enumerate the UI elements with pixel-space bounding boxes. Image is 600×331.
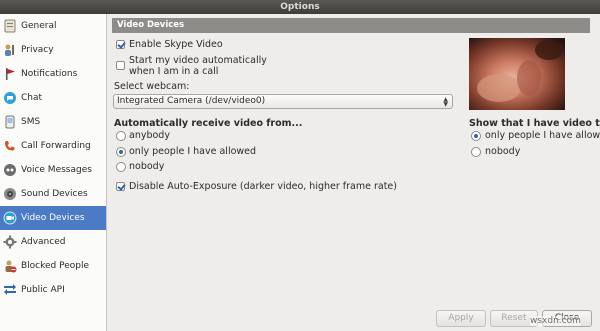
enable-video-label: Enable Skype Video (129, 39, 223, 50)
sidebar-item-label: SMS (21, 117, 41, 127)
sms-icon (5, 115, 15, 129)
disable-auto-exposure-checkbox[interactable] (116, 182, 125, 191)
auto-start-video-label-line2: when I am in a call (129, 66, 219, 77)
show-nobody-radio[interactable] (471, 147, 481, 157)
watermark-text: wsxdn.com (530, 316, 581, 326)
webcam-select-value: Integrated Camera (/dev/video0) (117, 96, 266, 106)
sidebar-item-label: Sound Devices (21, 189, 88, 199)
options-sidebar: General Privacy Notifications Chat SMS C… (0, 14, 107, 331)
gear-icon (3, 235, 17, 249)
voice-messages-icon (4, 164, 16, 176)
sidebar-item-label: Public API (21, 285, 65, 295)
blocked-people-icon (5, 260, 17, 273)
receive-anybody-label: anybody (129, 130, 170, 141)
sidebar-item-label: Call Forwarding (21, 141, 91, 151)
sidebar-item-label: Advanced (21, 237, 66, 247)
sidebar-item-label: Video Devices (21, 213, 85, 223)
sidebar-item-label: Chat (21, 93, 43, 103)
chat-icon (4, 92, 16, 104)
privacy-icon (5, 44, 14, 56)
public-api-icon (4, 284, 16, 295)
sidebar-item-privacy[interactable]: Privacy (0, 38, 106, 62)
sidebar-item-blocked-people[interactable]: Blocked People (0, 254, 106, 278)
sidebar-item-general[interactable]: General (0, 14, 106, 38)
receive-nobody-radio[interactable] (116, 162, 126, 172)
sidebar-item-public-api[interactable]: Public API (0, 278, 106, 302)
options-window: Options General Privacy Notifications Ch… (0, 0, 600, 331)
sidebar-item-advanced[interactable]: Advanced (0, 230, 106, 254)
auto-start-video-label-line1: Start my video automatically (129, 55, 267, 66)
webcam-preview-image (469, 38, 565, 110)
sidebar-item-label: General (21, 21, 57, 31)
show-video-title: Show that I have video to... (469, 118, 600, 129)
receive-video-title: Automatically receive video from... (114, 118, 303, 129)
webcam-select[interactable]: Integrated Camera (/dev/video0) ▲ ▼ (113, 94, 453, 109)
sound-devices-icon (4, 188, 16, 200)
enable-video-checkbox[interactable] (116, 40, 125, 49)
general-icon (4, 19, 16, 33)
section-title: Video Devices (112, 18, 590, 33)
sidebar-item-chat[interactable]: Chat (0, 86, 106, 110)
select-webcam-label: Select webcam: (114, 81, 190, 92)
sidebar-item-label: Notifications (21, 69, 78, 79)
notifications-flag-icon (6, 68, 15, 80)
auto-start-video-checkbox[interactable] (116, 61, 125, 70)
disable-auto-exposure-label: Disable Auto-Exposure (darker video, hig… (129, 181, 397, 192)
sidebar-item-voice-messages[interactable]: Voice Messages (0, 158, 106, 182)
receive-anybody-radio[interactable] (116, 131, 126, 141)
combo-arrows-icon: ▲ ▼ (443, 96, 448, 108)
sidebar-item-notifications[interactable]: Notifications (0, 62, 106, 86)
receive-nobody-label: nobody (129, 161, 165, 172)
receive-allowed-radio[interactable] (116, 147, 126, 157)
window-title: Options (0, 0, 600, 14)
show-allowed-radio[interactable] (471, 131, 481, 141)
sidebar-item-sound-devices[interactable]: Sound Devices (0, 182, 106, 206)
sidebar-item-video-devices[interactable]: Video Devices (0, 206, 106, 230)
sidebar-item-label: Blocked People (21, 261, 90, 271)
apply-button[interactable]: Apply (436, 310, 486, 327)
video-devices-icon (3, 211, 17, 225)
call-forwarding-icon (5, 141, 15, 151)
sidebar-item-label: Privacy (21, 45, 54, 55)
receive-allowed-label: only people I have allowed (129, 146, 257, 157)
show-allowed-label: only people I have allowed (485, 130, 600, 141)
sidebar-item-label: Voice Messages (21, 165, 92, 175)
sidebar-item-call-forwarding[interactable]: Call Forwarding (0, 134, 106, 158)
sidebar-item-sms[interactable]: SMS (0, 110, 106, 134)
show-nobody-label: nobody (485, 146, 521, 157)
